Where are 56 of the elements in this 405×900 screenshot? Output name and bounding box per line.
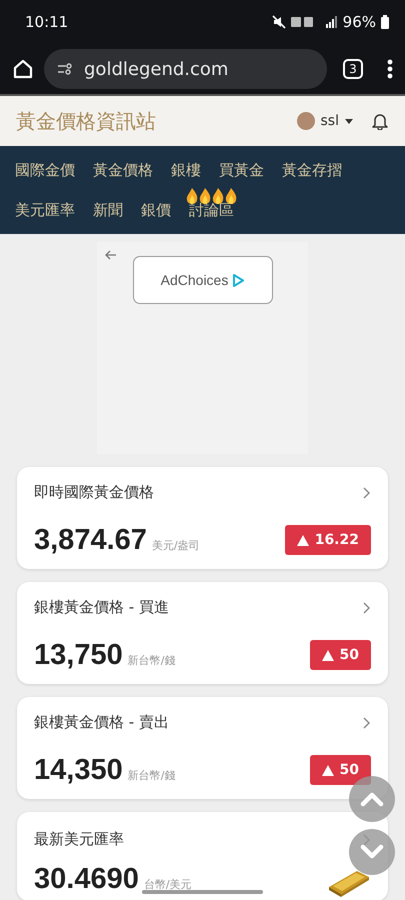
nav-link[interactable]: 黃金存摺 xyxy=(273,150,351,190)
nav-link[interactable]: 銀樓 xyxy=(162,150,210,190)
mute-icon xyxy=(272,15,286,29)
battery-icon xyxy=(381,15,389,29)
ad-banner[interactable]: AdChoices xyxy=(97,242,308,454)
menu-icon[interactable] xyxy=(387,59,393,79)
price-value: 3,874.67 xyxy=(34,526,147,554)
home-icon[interactable] xyxy=(12,58,34,80)
nav-link[interactable]: 黃金價格 xyxy=(84,150,162,190)
chevron-down-icon xyxy=(360,844,384,860)
price-value: 30.4690 xyxy=(34,864,139,894)
tab-count-button[interactable]: 3 xyxy=(343,59,363,79)
price-card[interactable]: 銀樓黃金價格 - 買進 13,750 新台幣/錢 50 xyxy=(17,582,388,684)
site-settings-icon[interactable] xyxy=(58,63,74,75)
chevron-up-icon xyxy=(360,791,384,807)
price-card[interactable]: 銀樓黃金價格 - 賣出 14,350 新台幣/錢 50 xyxy=(17,697,388,799)
url-text: goldlegend.com xyxy=(84,58,228,80)
user-name[interactable]: ssl xyxy=(320,113,339,129)
avatar[interactable] xyxy=(296,112,315,130)
change-badge: 50 xyxy=(310,755,371,785)
battery-level: 96% xyxy=(342,13,376,31)
chevron-right-icon xyxy=(363,716,371,728)
nav-link[interactable]: 買黃金 xyxy=(210,150,273,190)
price-unit: 美元/盎司 xyxy=(152,538,200,552)
nav-link[interactable]: 美元匯率 xyxy=(6,190,84,230)
price-unit: 新台幣/錢 xyxy=(128,652,176,668)
back-arrow-icon[interactable] xyxy=(105,250,117,260)
card-title: 銀樓黃金價格 - 賣出 xyxy=(34,713,169,732)
card-title: 最新美元匯率 xyxy=(34,830,124,849)
price-value: 14,350 xyxy=(34,756,123,784)
bell-icon[interactable] xyxy=(371,112,389,130)
price-unit: 新台幣/錢 xyxy=(128,768,176,782)
change-badge: 50 xyxy=(310,640,371,670)
nav-link[interactable]: 銀價 xyxy=(132,190,180,230)
card-title: 銀樓黃金價格 - 買進 xyxy=(34,598,169,617)
nav-link[interactable]: 國際金價 xyxy=(6,150,84,190)
chevron-right-icon xyxy=(363,602,371,614)
signal-icon xyxy=(326,16,338,28)
price-unit: 台幣/美元 xyxy=(144,876,192,892)
nav-link[interactable]: 討論區 xyxy=(180,190,243,230)
up-triangle-icon xyxy=(322,650,334,660)
chevron-right-icon xyxy=(363,486,371,498)
adchoices-button[interactable]: AdChoices xyxy=(132,256,272,304)
up-triangle-icon xyxy=(322,764,334,776)
up-triangle-icon xyxy=(296,534,309,546)
adchoices-icon xyxy=(232,274,244,286)
card-title: 即時國際黃金價格 xyxy=(34,483,154,502)
price-card[interactable]: 即時國際黃金價格 3,874.67 美元/盎司 16.22 xyxy=(17,467,388,569)
nav-link[interactable]: 新聞 xyxy=(84,190,132,230)
flames-icon xyxy=(186,188,238,204)
price-value: 13,750 xyxy=(34,640,123,670)
caret-icon[interactable] xyxy=(345,118,353,124)
clock: 10:11 xyxy=(25,13,68,31)
change-badge: 16.22 xyxy=(284,525,371,555)
address-bar[interactable]: goldlegend.com xyxy=(44,49,327,89)
price-card[interactable]: 最新美元匯率 30.4690 台幣/美元 xyxy=(17,812,388,900)
